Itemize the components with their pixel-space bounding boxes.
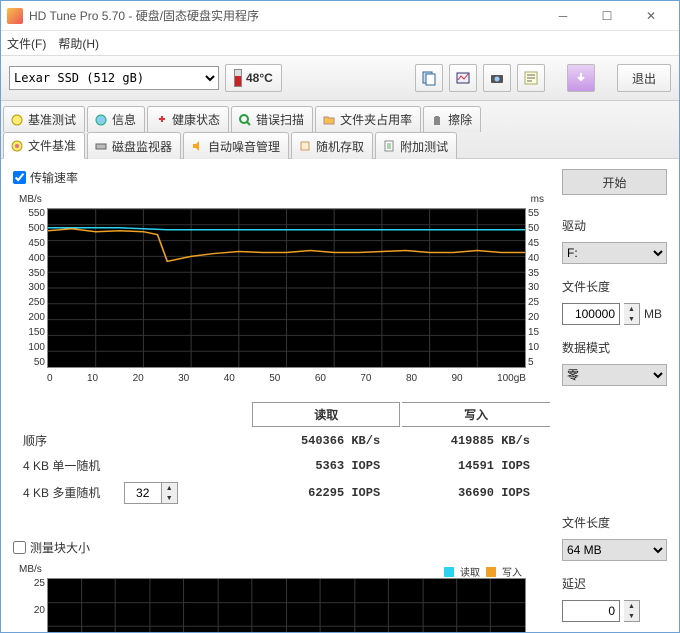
titlebar: HD Tune Pro 5.70 - 硬盘/固态硬盘实用程序 ─ ☐ ✕ bbox=[1, 1, 679, 31]
data-mode-label: 数据模式 bbox=[562, 339, 667, 356]
tab-errorscan[interactable]: 错误扫描 bbox=[231, 106, 313, 132]
drive-letter-select[interactable]: F: bbox=[562, 242, 667, 264]
file-length2-label: 文件长度 bbox=[562, 514, 667, 531]
tab-extratests[interactable]: 附加测试 bbox=[375, 132, 457, 159]
file-length-unit: MB bbox=[644, 307, 662, 321]
temperature-display: 48°C bbox=[225, 64, 282, 92]
chart-blocksize bbox=[47, 578, 526, 632]
start-button[interactable]: 开始 bbox=[562, 169, 667, 195]
chart-transfer-wrap: MB/s ms 55050045040035030025020015010050… bbox=[47, 208, 526, 368]
menu-file[interactable]: 文件(F) bbox=[7, 35, 46, 52]
delay-spinner[interactable]: ▲▼ bbox=[624, 600, 640, 622]
chart1-y2-axis: 555045403530252015105 bbox=[528, 208, 548, 368]
drive-label: 驱动 bbox=[562, 217, 667, 234]
row-4kb-single: 4 KB 单一随机 5363 IOPS 14591 IOPS bbox=[15, 454, 550, 477]
app-window: HD Tune Pro 5.70 - 硬盘/固态硬盘实用程序 ─ ☐ ✕ 文件(… bbox=[0, 0, 680, 633]
menu-help[interactable]: 帮助(H) bbox=[58, 35, 99, 52]
chart2-y-unit: MB/s bbox=[19, 564, 42, 575]
file-length-spinner[interactable]: ▲▼ bbox=[624, 303, 640, 325]
data-mode-select[interactable]: 零 bbox=[562, 364, 667, 386]
blocksize-check-input[interactable] bbox=[13, 541, 26, 554]
tab-benchmark[interactable]: 基准测试 bbox=[3, 106, 85, 132]
result-table: 读取 写入 顺序 540366 KB/s 419885 KB/s 4 KB 单一… bbox=[13, 400, 552, 509]
file-length-label: 文件长度 bbox=[562, 278, 667, 295]
content-area: 传输速率 MB/s ms 550500450400350300250200150… bbox=[1, 159, 679, 632]
chart2-y-axis: 252015105 bbox=[17, 578, 45, 632]
tab-strip: 基准测试 信息 健康状态 错误扫描 文件夹占用率 擦除 文件基准 磁盘监视器 自… bbox=[1, 101, 679, 159]
row-sequential: 顺序 540366 KB/s 419885 KB/s bbox=[15, 429, 550, 452]
chart-blocksize-wrap: MB/s 读取 写入 252015105 bbox=[47, 578, 526, 632]
chart1-y2-unit: ms bbox=[531, 194, 544, 205]
tab-info[interactable]: 信息 bbox=[87, 106, 145, 132]
multi-queue-stepper[interactable]: ▲▼ bbox=[124, 482, 178, 504]
save-button[interactable] bbox=[567, 64, 595, 92]
chart1-y-axis: 55050045040035030025020015010050 bbox=[17, 208, 45, 368]
copy-info-button[interactable] bbox=[415, 64, 443, 92]
toolbar: Lexar SSD (512 gB) 48°C 退出 bbox=[1, 55, 679, 101]
chart2-legend: 读取 写入 bbox=[444, 564, 522, 579]
tab-health[interactable]: 健康状态 bbox=[147, 106, 229, 132]
menubar: 文件(F) 帮助(H) bbox=[1, 31, 679, 55]
drive-select[interactable]: Lexar SSD (512 gB) bbox=[9, 66, 219, 90]
app-icon bbox=[7, 8, 23, 24]
minimize-button[interactable]: ─ bbox=[541, 2, 585, 30]
screenshot-button[interactable] bbox=[483, 64, 511, 92]
tab-aam[interactable]: 自动噪音管理 bbox=[183, 132, 289, 159]
transfer-rate-checkbox[interactable]: 传输速率 bbox=[13, 169, 552, 186]
stepper-up-icon[interactable]: ▲ bbox=[162, 483, 177, 493]
blocksize-label: 测量块大小 bbox=[30, 539, 90, 556]
delay-label: 延迟 bbox=[562, 575, 667, 592]
stepper-down-icon[interactable]: ▼ bbox=[162, 493, 177, 503]
multi-queue-input[interactable] bbox=[125, 483, 161, 503]
col-read: 读取 bbox=[252, 402, 400, 427]
tab-folderusage[interactable]: 文件夹占用率 bbox=[315, 106, 421, 132]
delay-input[interactable] bbox=[565, 601, 617, 621]
exit-button[interactable]: 退出 bbox=[617, 64, 671, 92]
close-button[interactable]: ✕ bbox=[629, 2, 673, 30]
row-4kb-multi: 4 KB 多重随机 ▲▼ 62295 IOPS 36690 IOPS bbox=[15, 479, 550, 507]
window-title: HD Tune Pro 5.70 - 硬盘/固态硬盘实用程序 bbox=[29, 7, 541, 24]
copy-screenshot-button[interactable] bbox=[449, 64, 477, 92]
chart-transfer bbox=[47, 208, 526, 368]
tab-diskmonitor[interactable]: 磁盘监视器 bbox=[87, 132, 181, 159]
chart1-y-unit: MB/s bbox=[19, 194, 42, 205]
file-length2-select[interactable]: 64 MB bbox=[562, 539, 667, 561]
side-panel: 开始 驱动 F: 文件长度 ▲▼ MB 数据模式 零 文件长度 64 MB 延迟… bbox=[562, 169, 667, 622]
tab-randomaccess[interactable]: 随机存取 bbox=[291, 132, 373, 159]
tab-filebenchmark[interactable]: 文件基准 bbox=[3, 132, 85, 159]
options-button[interactable] bbox=[517, 64, 545, 92]
transfer-rate-check-input[interactable] bbox=[13, 171, 26, 184]
file-length-input[interactable] bbox=[565, 304, 617, 324]
chart1-x-axis: 0102030405060708090100gB bbox=[47, 373, 526, 384]
temperature-value: 48°C bbox=[246, 71, 273, 85]
maximize-button[interactable]: ☐ bbox=[585, 2, 629, 30]
blocksize-checkbox[interactable]: 测量块大小 bbox=[13, 539, 552, 556]
transfer-rate-label: 传输速率 bbox=[30, 169, 78, 186]
tab-erase[interactable]: 擦除 bbox=[423, 106, 481, 132]
thermometer-icon bbox=[234, 69, 242, 87]
col-write: 写入 bbox=[402, 402, 550, 427]
